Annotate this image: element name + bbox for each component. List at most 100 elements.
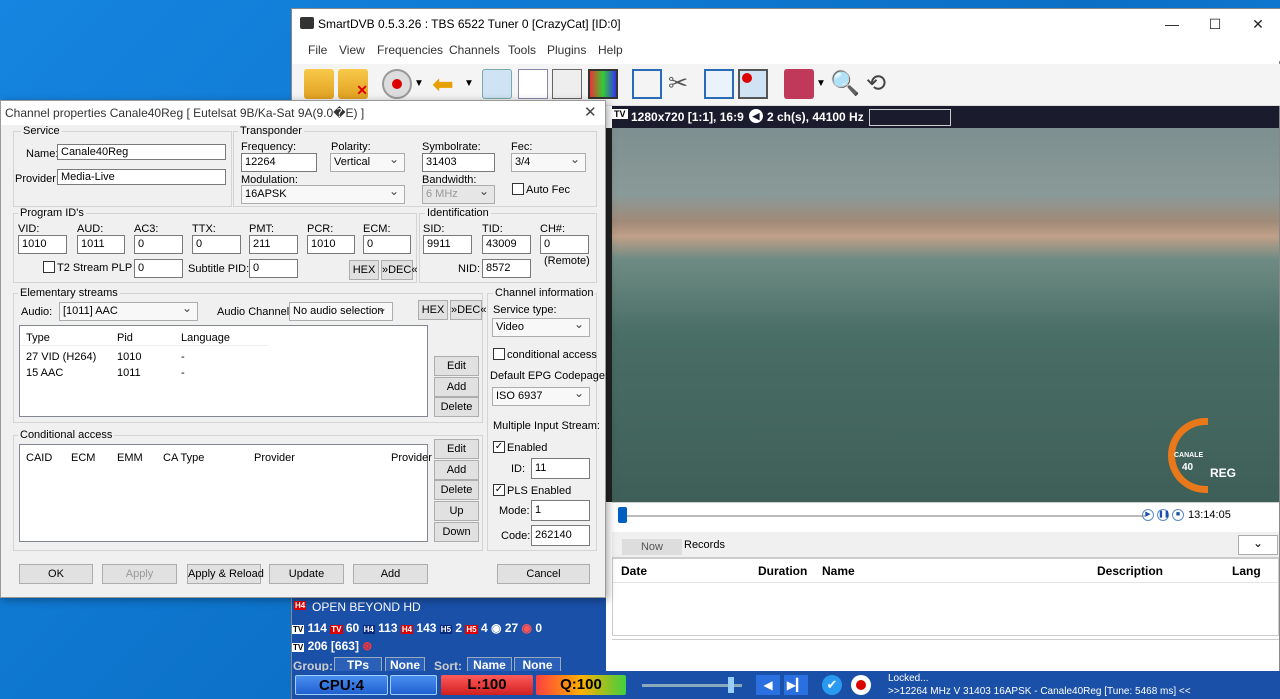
streams-list[interactable]: Type Pid Language 27 VID (H264) 1010 - 1…: [19, 325, 428, 417]
modulation-select[interactable]: 16APSK: [241, 184, 405, 204]
col-ca-type[interactable]: CA Type: [163, 452, 204, 464]
tab-records[interactable]: Records: [684, 539, 725, 551]
stream-pid-0[interactable]: 1010: [117, 351, 141, 363]
fec-select[interactable]: 3/4: [511, 152, 586, 172]
epg-codepage-select[interactable]: ISO 6937: [492, 386, 590, 406]
audio-select[interactable]: [1011] AAC: [59, 301, 198, 321]
menu-channels[interactable]: Channels: [449, 43, 500, 57]
tools-icon[interactable]: ✂: [668, 69, 698, 99]
video-area[interactable]: CANALE 40 REG: [612, 128, 1279, 502]
col-provider-2[interactable]: Provider: [391, 452, 432, 464]
menu-view[interactable]: View: [339, 43, 365, 57]
pls-code-field[interactable]: 262140: [531, 525, 590, 546]
col-emm[interactable]: EMM: [117, 452, 143, 464]
cancel-button[interactable]: Cancel: [497, 564, 590, 584]
stream-type-0[interactable]: 27 VID (H264): [26, 351, 96, 363]
tid-field[interactable]: 43009: [482, 235, 531, 254]
es-delete-button[interactable]: Delete: [434, 397, 479, 417]
menu-frequencies[interactable]: Frequencies: [377, 43, 443, 57]
provider-field[interactable]: Media-Live: [57, 169, 226, 185]
play-icon[interactable]: ▶: [1142, 509, 1154, 521]
seek-handle[interactable]: [618, 507, 627, 523]
ca-add-button[interactable]: Add: [434, 460, 479, 480]
col-name[interactable]: Name: [822, 564, 855, 578]
col-pid[interactable]: Pid: [117, 332, 133, 344]
es-hex-button[interactable]: HEX: [418, 300, 448, 320]
nid-field[interactable]: 8572: [482, 259, 531, 278]
streaming-dropdown-icon[interactable]: ▼: [816, 69, 826, 99]
stop-icon[interactable]: ■: [1172, 509, 1184, 521]
record-icon[interactable]: [382, 69, 412, 99]
col-ecm[interactable]: ECM: [71, 452, 95, 464]
channel-line[interactable]: OPEN BEYOND HD: [312, 600, 421, 614]
seek-bar[interactable]: ▶ ❚❚ ■ 13:14:05: [612, 502, 1279, 530]
dec-button[interactable]: »DEC«: [381, 260, 417, 280]
ca-down-button[interactable]: Down: [434, 522, 479, 542]
mis-id-field[interactable]: 11: [531, 458, 590, 479]
minimize-icon[interactable]: —: [1152, 11, 1192, 37]
col-date[interactable]: Date: [621, 564, 647, 578]
hex-button[interactable]: HEX: [349, 260, 379, 280]
col-duration[interactable]: Duration: [758, 564, 807, 578]
stream-pid-1[interactable]: 1011: [117, 367, 141, 379]
dialog-close-icon[interactable]: ✕: [584, 103, 597, 121]
t2-plp-field[interactable]: 0: [134, 259, 183, 278]
pcr-field[interactable]: 1010: [307, 235, 355, 254]
menu-tools[interactable]: Tools: [508, 43, 536, 57]
es-add-button[interactable]: Add: [434, 377, 479, 397]
ch-field[interactable]: 0: [540, 235, 589, 254]
next-channel-icon[interactable]: ▶▎: [784, 675, 808, 695]
symbolrate-field[interactable]: 31403: [422, 153, 495, 172]
es-edit-button[interactable]: Edit: [434, 356, 479, 376]
open-folder-icon[interactable]: [304, 69, 334, 99]
mis-enabled-checkbox[interactable]: ✓: [493, 441, 505, 453]
menu-plugins[interactable]: Plugins: [547, 43, 586, 57]
ttx-field[interactable]: 0: [192, 235, 241, 254]
col-type[interactable]: Type: [26, 332, 50, 344]
channel-list-icon[interactable]: [518, 69, 548, 99]
stream-lang-0[interactable]: -: [181, 351, 185, 363]
back-arrow-icon[interactable]: ⬅: [432, 69, 462, 99]
name-field[interactable]: Canale40Reg: [57, 144, 226, 160]
check-icon[interactable]: ✔: [822, 675, 842, 695]
col-lang[interactable]: Lang: [1232, 564, 1261, 578]
col-provider[interactable]: Provider: [254, 452, 295, 464]
frequency-field[interactable]: 12264: [241, 153, 317, 172]
back-dropdown-icon[interactable]: ▼: [464, 69, 474, 99]
monitor-icon[interactable]: [738, 69, 768, 99]
es-dec-button[interactable]: »DEC«: [450, 300, 486, 320]
col-description[interactable]: Description: [1097, 564, 1163, 578]
epg-dropdown[interactable]: ⌄: [1238, 535, 1278, 555]
ecm-field[interactable]: 0: [363, 235, 411, 254]
auto-fec-checkbox[interactable]: [512, 183, 524, 195]
pls-mode-field[interactable]: 1: [531, 500, 590, 521]
menu-file[interactable]: File: [308, 43, 327, 57]
streaming-icon[interactable]: [784, 69, 814, 99]
aud-field[interactable]: 1011: [77, 235, 125, 254]
pause-icon[interactable]: ❚❚: [1157, 509, 1170, 521]
pmt-field[interactable]: 211: [249, 235, 298, 254]
prev-channel-icon[interactable]: ◀: [756, 675, 780, 695]
ca-up-button[interactable]: Up: [434, 501, 479, 521]
picture-icon[interactable]: [588, 69, 618, 99]
ca-edit-button[interactable]: Edit: [434, 439, 479, 459]
col-caid[interactable]: CAID: [26, 452, 52, 464]
record-status-icon[interactable]: [851, 675, 871, 695]
volume-slider[interactable]: [728, 677, 734, 693]
ac3-field[interactable]: 0: [134, 235, 183, 254]
stream-lang-1[interactable]: -: [181, 367, 185, 379]
sid-field[interactable]: 9911: [423, 235, 472, 254]
col-language[interactable]: Language: [181, 332, 230, 344]
subtitle-pid-field[interactable]: 0: [249, 259, 298, 278]
add-button[interactable]: Add: [353, 564, 428, 584]
ca-delete-button[interactable]: Delete: [434, 480, 479, 500]
polarity-select[interactable]: Vertical: [330, 152, 405, 172]
tab-now[interactable]: Now: [622, 539, 682, 555]
ok-button[interactable]: OK: [19, 564, 93, 584]
zoom-epg-icon[interactable]: [552, 69, 582, 99]
conditional-access-checkbox[interactable]: [493, 348, 505, 360]
bandwidth-select[interactable]: 6 MHz: [422, 184, 495, 204]
vid-field[interactable]: 1010: [18, 235, 67, 254]
ca-list[interactable]: CAID ECM EMM CA Type Provider Provider: [19, 444, 432, 542]
apply-reload-button[interactable]: Apply & Reload: [187, 564, 264, 584]
